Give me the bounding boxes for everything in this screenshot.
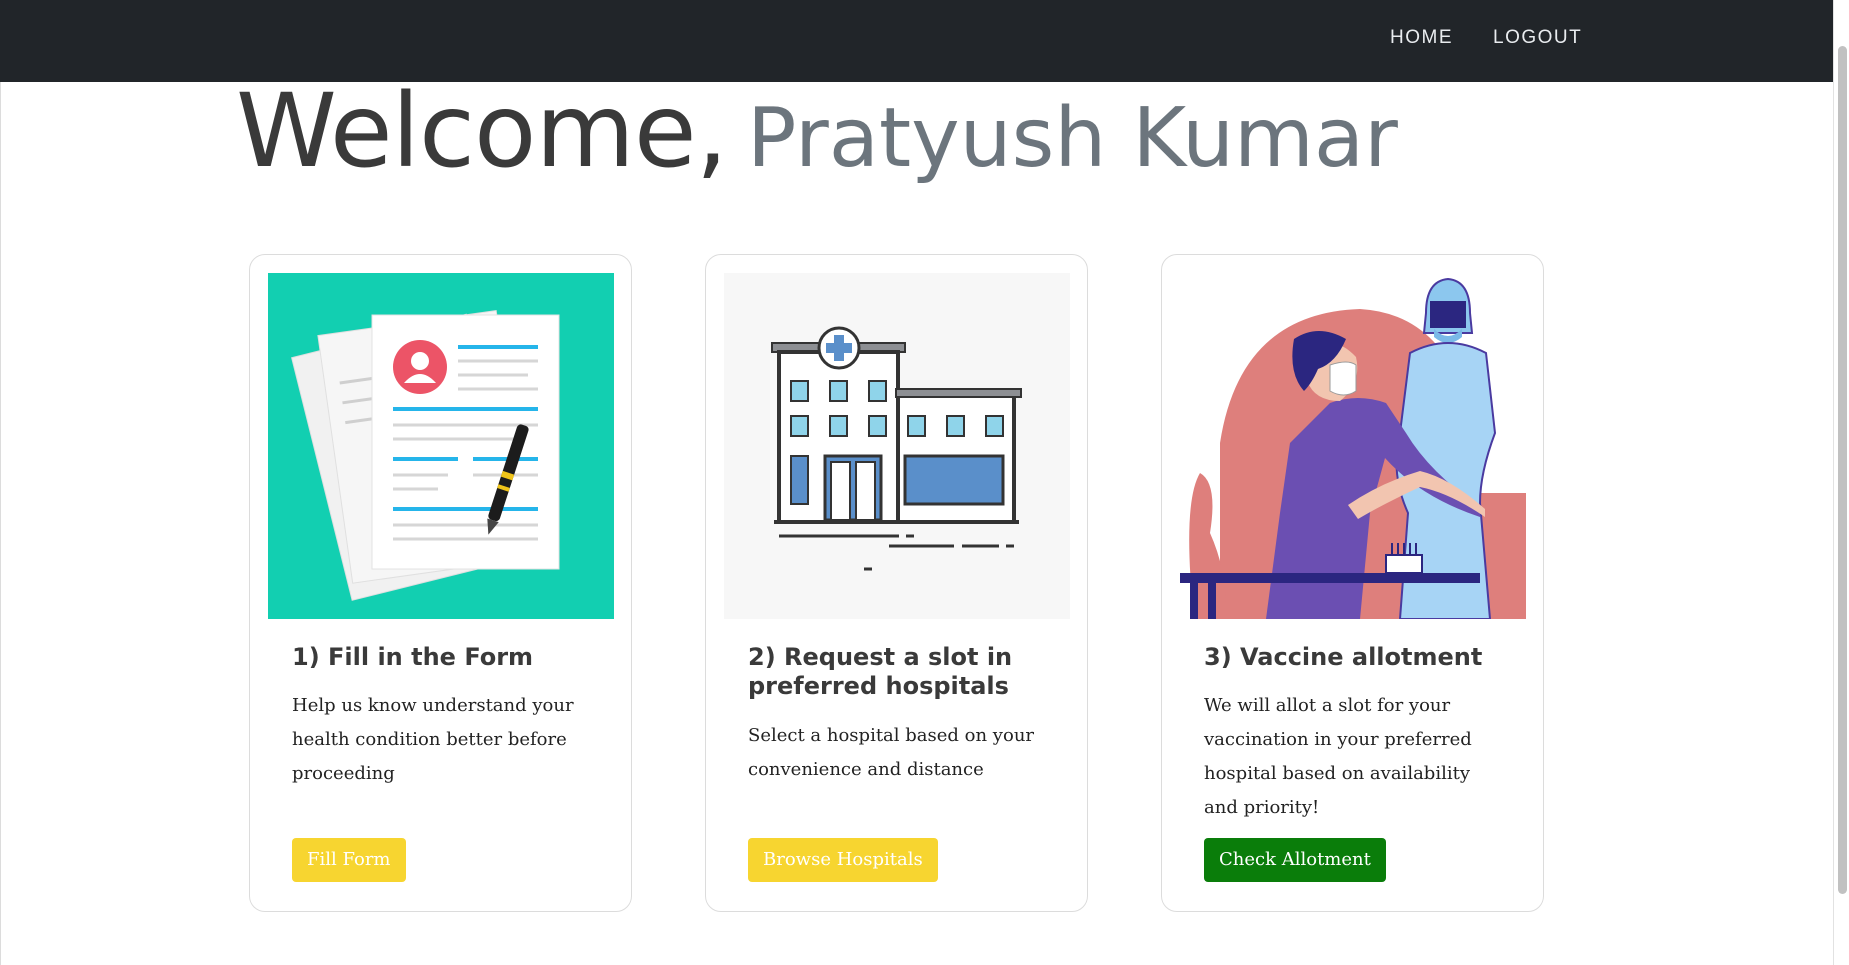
scrollbar-thumb[interactable] (1838, 46, 1847, 894)
step-card-vaccine-allotment: 3) Vaccine allotment We will allot a slo… (1161, 254, 1544, 912)
documents-illustration-icon (268, 273, 614, 619)
browse-hospitals-button[interactable]: Browse Hospitals (748, 838, 938, 882)
card-title: 2) Request a slot in preferred hospitals (748, 643, 1013, 700)
card-description: We will allot a slot for your vaccinatio… (1204, 695, 1472, 818)
card-description: Select a hospital based on your convenie… (748, 725, 1035, 780)
step-card-request-slot: 2) Request a slot in preferred hospitals… (705, 254, 1088, 912)
check-allotment-button[interactable]: Check Allotment (1204, 838, 1386, 882)
welcome-greeting: Welcome, (236, 72, 728, 191)
nav-logout-link[interactable]: LOGOUT (1493, 27, 1582, 49)
page-left-border (0, 82, 1, 965)
welcome-heading: Welcome, Pratyush Kumar (236, 72, 1398, 191)
card-title: 3) Vaccine allotment (1204, 643, 1483, 671)
card-description: Help us know understand your health cond… (292, 695, 574, 784)
step-card-fill-form: 1) Fill in the Form Help us know underst… (249, 254, 632, 912)
hospital-illustration-icon (724, 273, 1070, 619)
welcome-user-name: Pratyush Kumar (747, 91, 1398, 186)
nav-home-link[interactable]: HOME (1390, 27, 1453, 49)
vaccination-illustration-icon (1180, 273, 1526, 619)
vertical-scrollbar[interactable] (1833, 0, 1849, 965)
fill-form-button[interactable]: Fill Form (292, 838, 406, 882)
card-title: 1) Fill in the Form (292, 643, 534, 671)
top-navbar: HOME LOGOUT (0, 0, 1849, 82)
